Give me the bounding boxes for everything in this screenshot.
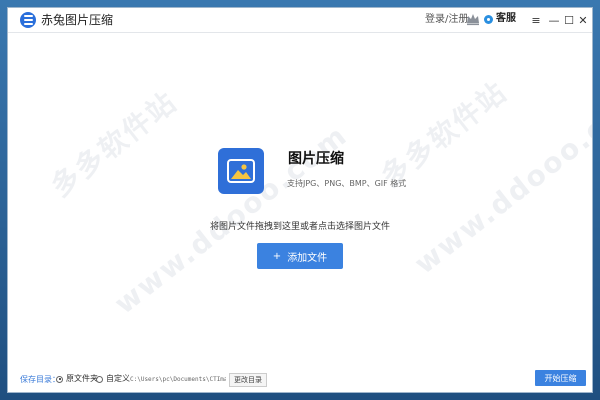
- radio-unchecked-icon: [96, 375, 103, 383]
- radio-original-folder-label: 原文件夹: [66, 374, 98, 383]
- output-path-field[interactable]: C:\Users\pc\Documents\CTImageC: [130, 374, 226, 385]
- page-title: 图片压缩: [288, 151, 344, 167]
- radio-custom-label: 自定义: [106, 374, 130, 383]
- radio-custom[interactable]: 自定义: [96, 374, 130, 384]
- drop-zone[interactable]: 多多软件站 www.ddooo.com 多多软件站 www.ddooo.com …: [8, 33, 592, 392]
- app-window: 赤兔图片压缩 登录/注册 客服 ≡ — ☐ ✕ 多多软件站 www.ddooo.…: [8, 8, 592, 392]
- change-directory-button[interactable]: 更改目录: [229, 373, 267, 387]
- customer-service-label: 客服: [496, 13, 516, 24]
- radio-original-folder[interactable]: 原文件夹: [56, 374, 98, 384]
- login-register-link[interactable]: 登录/注册: [425, 14, 468, 26]
- add-file-button[interactable]: + 添加文件: [257, 243, 343, 269]
- watermark: 多多软件站: [374, 75, 514, 194]
- plus-icon: +: [272, 250, 282, 262]
- watermark: www.ddooo.com: [408, 78, 592, 281]
- drag-hint-text: 将图片文件拖拽到这里或者点击选择图片文件: [209, 222, 390, 232]
- watermark: 多多软件站: [44, 85, 184, 204]
- supported-formats: 支持JPG、PNG、BMP、GIF 格式: [287, 179, 407, 188]
- customer-service-button[interactable]: 客服: [484, 13, 516, 25]
- radio-checked-icon: [56, 375, 63, 383]
- app-logo-icon: [20, 12, 36, 28]
- bottom-bar: 保存目录： 原文件夹 自定义 C:\Users\pc\Documents\CTI…: [8, 367, 592, 392]
- crown-icon[interactable]: [466, 12, 480, 26]
- menu-button[interactable]: ≡: [527, 11, 545, 29]
- save-directory-label: 保存目录：: [20, 375, 60, 384]
- add-file-label: 添加文件: [287, 252, 328, 264]
- close-button[interactable]: ✕: [574, 11, 592, 29]
- start-compress-button[interactable]: 开始压缩: [535, 370, 586, 386]
- title-bar: 赤兔图片压缩 登录/注册 客服 ≡ — ☐ ✕: [8, 8, 592, 33]
- customer-service-icon: [484, 14, 493, 24]
- image-picture-icon: [218, 148, 264, 194]
- app-title: 赤兔图片压缩: [41, 13, 114, 27]
